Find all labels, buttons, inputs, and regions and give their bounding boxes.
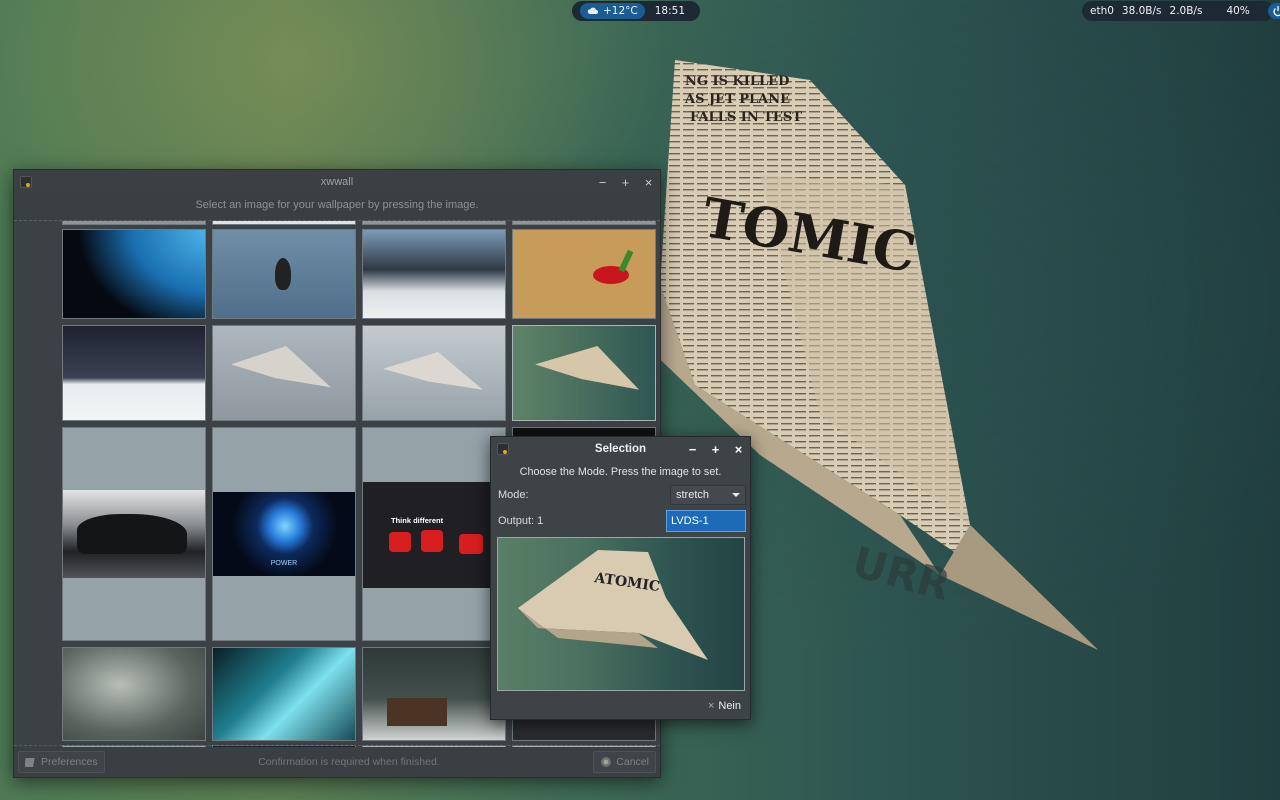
clock-weather-pill: +12°C 18:51: [572, 1, 700, 21]
clock[interactable]: 18:51: [655, 5, 685, 17]
cloud-icon: [587, 7, 598, 14]
svg-text:FALLS IN TEST: FALLS IN TEST: [690, 110, 802, 125]
app-icon: [20, 176, 32, 188]
wallpaper-thumb-chili[interactable]: [512, 229, 656, 319]
power-icon: [1273, 6, 1280, 17]
wallpaper-thumb[interactable]: [362, 221, 506, 225]
wallpaper-preview[interactable]: ATOMIC: [497, 537, 745, 691]
cancel-button[interactable]: Cancel: [593, 750, 656, 773]
weather-temp: +12°C: [603, 5, 638, 17]
network-interface[interactable]: eth0: [1090, 5, 1114, 17]
instruction-text: Select an image for your wallpaper by pr…: [195, 199, 479, 211]
output-field[interactable]: LVDS-1: [666, 510, 746, 532]
wallpaper-thumb-think-different[interactable]: Think different: [362, 427, 506, 641]
output-label: Output: 1: [498, 515, 544, 527]
wallpaper-thumb-plane-grey[interactable]: [212, 325, 356, 421]
minimize-button[interactable]: −: [597, 175, 608, 190]
nein-button[interactable]: × Nein: [703, 696, 746, 716]
selection-instruction: Choose the Mode. Press the image to set.: [519, 466, 722, 478]
svg-text:AS JET PLANE: AS JET PLANE: [684, 92, 790, 107]
volume-level[interactable]: 40%: [1226, 5, 1249, 17]
system-tray-pill: eth0 38.0B/s 2.0B/s 40%: [1082, 1, 1280, 21]
minimize-button[interactable]: −: [687, 442, 698, 457]
wallpaper-thumb-classroom[interactable]: [362, 647, 506, 741]
network-down: 38.0B/s: [1121, 5, 1162, 17]
close-icon: ×: [707, 700, 715, 712]
nein-label: Nein: [718, 700, 741, 712]
wallpaper-thumb-blue-planet[interactable]: [62, 229, 206, 319]
maximize-button[interactable]: +: [620, 175, 631, 190]
chevron-down-icon: [732, 493, 740, 497]
svg-text:NG IS KILLED: NG IS KILLED: [685, 74, 789, 89]
power-thumb-caption: POWER: [270, 560, 298, 567]
mode-select[interactable]: stretch: [670, 485, 746, 505]
main-footer: Preferences Confirmation is required whe…: [14, 745, 660, 777]
wallpaper-thumb-beach-storm[interactable]: [362, 229, 506, 319]
wallpaper-thumb-power[interactable]: POWER: [212, 427, 356, 641]
wallpaper-thumb-plane-light[interactable]: [362, 325, 506, 421]
wallpaper-thumb-plane-green[interactable]: [512, 325, 656, 421]
footer-status: Confirmation is required when finished.: [258, 755, 440, 768]
cancel-label: Cancel: [616, 755, 649, 768]
wallpaper-thumb[interactable]: [512, 221, 656, 225]
svg-text:URR: URR: [847, 537, 955, 610]
maximize-button[interactable]: +: [710, 442, 721, 457]
main-window-title: xwwall: [320, 176, 354, 188]
mode-value: stretch: [676, 489, 710, 501]
wallpaper-thumb-car-interior[interactable]: [212, 647, 356, 741]
main-titlebar[interactable]: xwwall − + ×: [14, 170, 660, 194]
wallpaper-thumb-rain-glass[interactable]: [62, 647, 206, 741]
close-button[interactable]: ×: [643, 175, 654, 190]
weather-widget[interactable]: +12°C: [580, 3, 645, 19]
power-button[interactable]: [1267, 3, 1280, 19]
think-different-caption: Think different: [391, 516, 444, 525]
selection-titlebar[interactable]: Selection − + ×: [491, 437, 750, 461]
close-button[interactable]: ×: [733, 442, 744, 457]
preferences-label: Preferences: [41, 755, 98, 768]
wallpaper-thumb-penguin[interactable]: [212, 229, 356, 319]
cancel-icon: [601, 756, 612, 767]
mode-label: Mode:: [498, 489, 529, 501]
wallpaper-thumb-car-bw[interactable]: [62, 427, 206, 641]
selection-dialog: Selection − + × Choose the Mode. Press t…: [490, 436, 751, 720]
preferences-icon: [25, 757, 35, 767]
wallpaper-thumb-penguins-night[interactable]: [62, 325, 206, 421]
wallpaper-thumb[interactable]: [212, 221, 356, 225]
preview-plane-image: ATOMIC: [518, 550, 708, 660]
app-icon: [497, 443, 509, 455]
wallpaper-thumb[interactable]: [62, 221, 206, 225]
network-up: 2.0B/s: [1169, 5, 1203, 17]
preferences-button[interactable]: Preferences: [18, 750, 105, 773]
